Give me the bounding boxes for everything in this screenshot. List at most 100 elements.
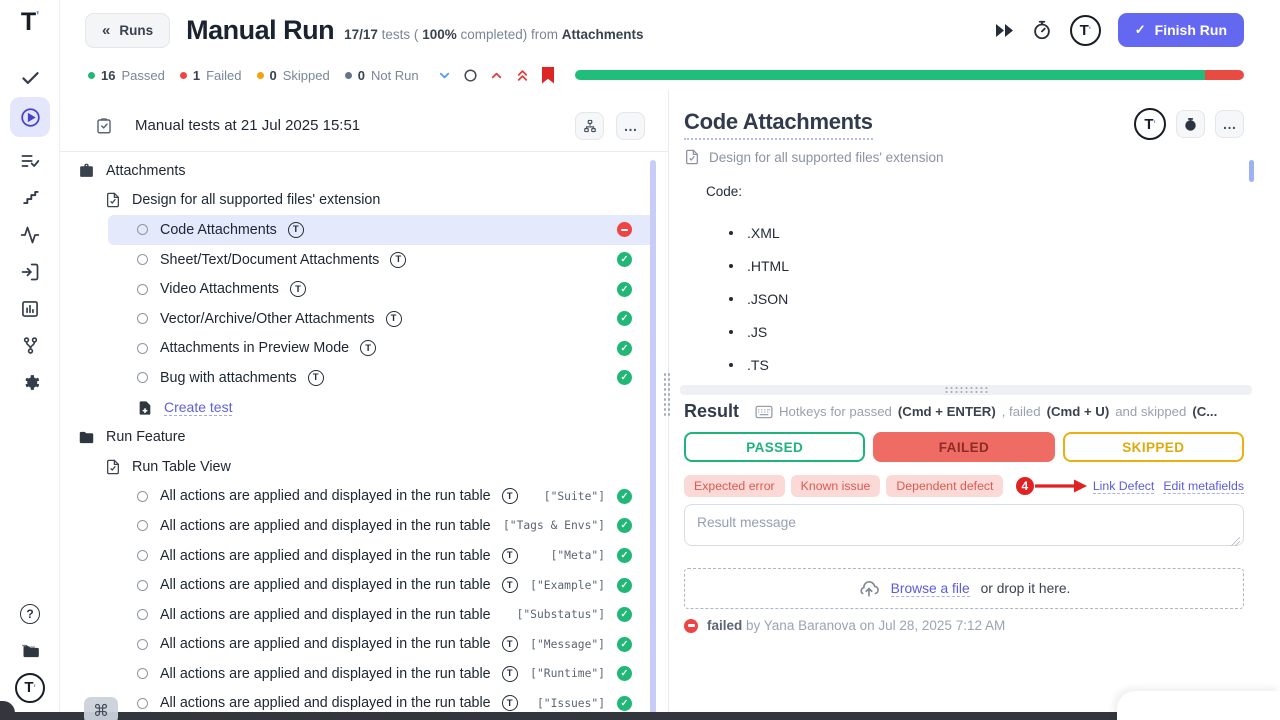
passed-button[interactable]: PASSED: [684, 432, 865, 462]
circle-outline-icon[interactable]: [463, 68, 478, 83]
tree-item-label: All actions are applied and displayed in…: [160, 666, 491, 682]
tree-header: Manual tests at 21 Jul 2025 15:51 …: [60, 90, 668, 152]
test-logo-badge[interactable]: T': [1134, 108, 1166, 140]
activity-pulse-icon[interactable]: [10, 216, 50, 253]
tree-row[interactable]: Design for all supported files' extensio…: [60, 186, 654, 216]
steps-icon[interactable]: [10, 179, 50, 216]
back-to-runs-button[interactable]: « Runs: [85, 13, 170, 48]
tree-row[interactable]: All actions are applied and displayed in…: [108, 570, 654, 600]
cloud-upload-icon: [858, 580, 880, 598]
file-dropzone[interactable]: Browse a file or drop it here.: [684, 568, 1244, 609]
test-circle-icon: [137, 343, 148, 354]
tree-item-label: Code Attachments: [160, 222, 277, 238]
tree-row[interactable]: Run Feature: [60, 422, 654, 452]
tree-row[interactable]: All actions are applied and displayed in…: [108, 482, 654, 512]
link-defect-link[interactable]: Link Defect: [1093, 479, 1155, 494]
tree-item-label: Vector/Archive/Other Attachments: [160, 311, 375, 327]
tree-row[interactable]: Create test: [108, 393, 654, 423]
settings-gear-icon[interactable]: [10, 364, 50, 401]
run-progress-bar: [575, 70, 1244, 80]
fast-forward-icon[interactable]: [995, 23, 1014, 38]
legend-count: 0: [358, 68, 365, 83]
chevron-up-icon[interactable]: [489, 68, 504, 83]
tree-row[interactable]: All actions are applied and displayed in…: [108, 541, 654, 571]
tree-more-button[interactable]: …: [616, 112, 645, 140]
projects-folder-icon[interactable]: [10, 632, 50, 669]
test-detail-panel: Code Attachments T' … Design for all sup…: [672, 90, 1280, 720]
test-circle-icon: [137, 313, 148, 324]
skipped-button[interactable]: SKIPPED: [1063, 432, 1244, 462]
tree-row[interactable]: Vector/Archive/Other AttachmentsT✓: [108, 304, 654, 334]
detail-scrollbar[interactable]: [1249, 160, 1254, 182]
result-message-input[interactable]: [684, 504, 1244, 546]
tree-item-label: Design for all supported files' extensio…: [132, 192, 380, 208]
test-plans-list-icon[interactable]: [10, 142, 50, 179]
result-splitter[interactable]: [680, 385, 1252, 395]
failed-button[interactable]: FAILED: [873, 432, 1054, 462]
tree-row[interactable]: Bug with attachmentsT✓: [108, 363, 654, 393]
edit-metafields-link[interactable]: Edit metafields: [1163, 479, 1244, 494]
result-tag-pill[interactable]: Dependent defect: [886, 475, 1003, 497]
resize-handle-icon[interactable]: [1231, 537, 1240, 546]
tree-view-toggle-button[interactable]: [575, 112, 604, 140]
test-title[interactable]: Code Attachments: [684, 109, 873, 140]
passed-status-icon: ✓: [617, 578, 632, 593]
create-test-link[interactable]: Create test: [164, 399, 232, 416]
tree-item-label: All actions are applied and displayed in…: [160, 695, 491, 711]
bookmark-flag-icon[interactable]: [541, 67, 555, 84]
browse-file-link[interactable]: Browse a file: [891, 581, 970, 597]
tree-scrollbar[interactable]: [650, 160, 656, 716]
passed-status-icon: ✓: [617, 370, 632, 385]
runs-play-icon[interactable]: [10, 97, 50, 137]
tree-item-label: All actions are applied and displayed in…: [160, 607, 491, 623]
test-more-button[interactable]: …: [1215, 110, 1244, 138]
legend-label: Skipped: [283, 68, 330, 83]
legend-dot-icon: [257, 72, 264, 79]
tests-check-icon[interactable]: [10, 60, 50, 97]
tree-row[interactable]: All actions are applied and displayed in…: [108, 659, 654, 689]
bottom-bar: [0, 712, 1280, 720]
failed-status-icon: [617, 222, 632, 237]
test-circle-icon: [137, 550, 148, 561]
timer-stopwatch-icon[interactable]: [1031, 19, 1053, 41]
test-circle-icon: [137, 284, 148, 295]
import-icon[interactable]: [10, 253, 50, 290]
finish-run-button[interactable]: ✓ Finish Run: [1118, 13, 1244, 47]
tree-row[interactable]: Code AttachmentsT: [108, 215, 654, 245]
result-tag-pill[interactable]: Known issue: [791, 475, 881, 497]
branches-icon[interactable]: [10, 327, 50, 364]
tree-row[interactable]: Attachments in Preview ModeT✓: [108, 334, 654, 364]
tree-row[interactable]: Attachments: [60, 156, 654, 186]
hotkeys-text3: and skipped: [1115, 404, 1186, 419]
test-timer-button[interactable]: [1176, 110, 1205, 138]
automated-badge-icon: T: [360, 340, 376, 356]
reports-chart-icon[interactable]: [10, 290, 50, 327]
logo-badge-icon[interactable]: T': [10, 669, 50, 706]
status-word: failed: [707, 618, 742, 633]
tree-row[interactable]: Run Table View: [60, 452, 654, 482]
tree-row[interactable]: Sheet/Text/Document AttachmentsT✓: [108, 245, 654, 275]
chevrons-up-icon[interactable]: [515, 68, 530, 83]
chevron-down-icon[interactable]: [437, 68, 452, 83]
hotkeys-text2: , failed: [1002, 404, 1041, 419]
test-circle-icon: [137, 520, 148, 531]
result-buttons: PASSED FAILED SKIPPED: [684, 432, 1244, 462]
tree-view-icon: [583, 119, 597, 133]
tree-row[interactable]: All actions are applied and displayed in…: [108, 600, 654, 630]
passed-status-icon: ✓: [617, 548, 632, 563]
test-circle-icon: [137, 668, 148, 679]
tree-row[interactable]: Video AttachmentsT✓: [108, 274, 654, 304]
tree-item-label: Bug with attachments: [160, 370, 297, 386]
help-icon[interactable]: ?: [10, 595, 50, 632]
doccheck-icon: [105, 192, 121, 208]
page-title: Manual Run: [186, 15, 334, 46]
folder-icon: [78, 429, 95, 446]
tree-row[interactable]: All actions are applied and displayed in…: [108, 630, 654, 660]
project-avatar[interactable]: T': [1070, 15, 1101, 46]
test-circle-icon: [137, 224, 148, 235]
clipboard-check-icon: [95, 117, 113, 135]
result-tag-pill[interactable]: Expected error: [684, 475, 785, 497]
panel-drag-handle[interactable]: [663, 372, 671, 416]
test-circle-icon: [137, 372, 148, 383]
tree-row[interactable]: All actions are applied and displayed in…: [108, 511, 654, 541]
